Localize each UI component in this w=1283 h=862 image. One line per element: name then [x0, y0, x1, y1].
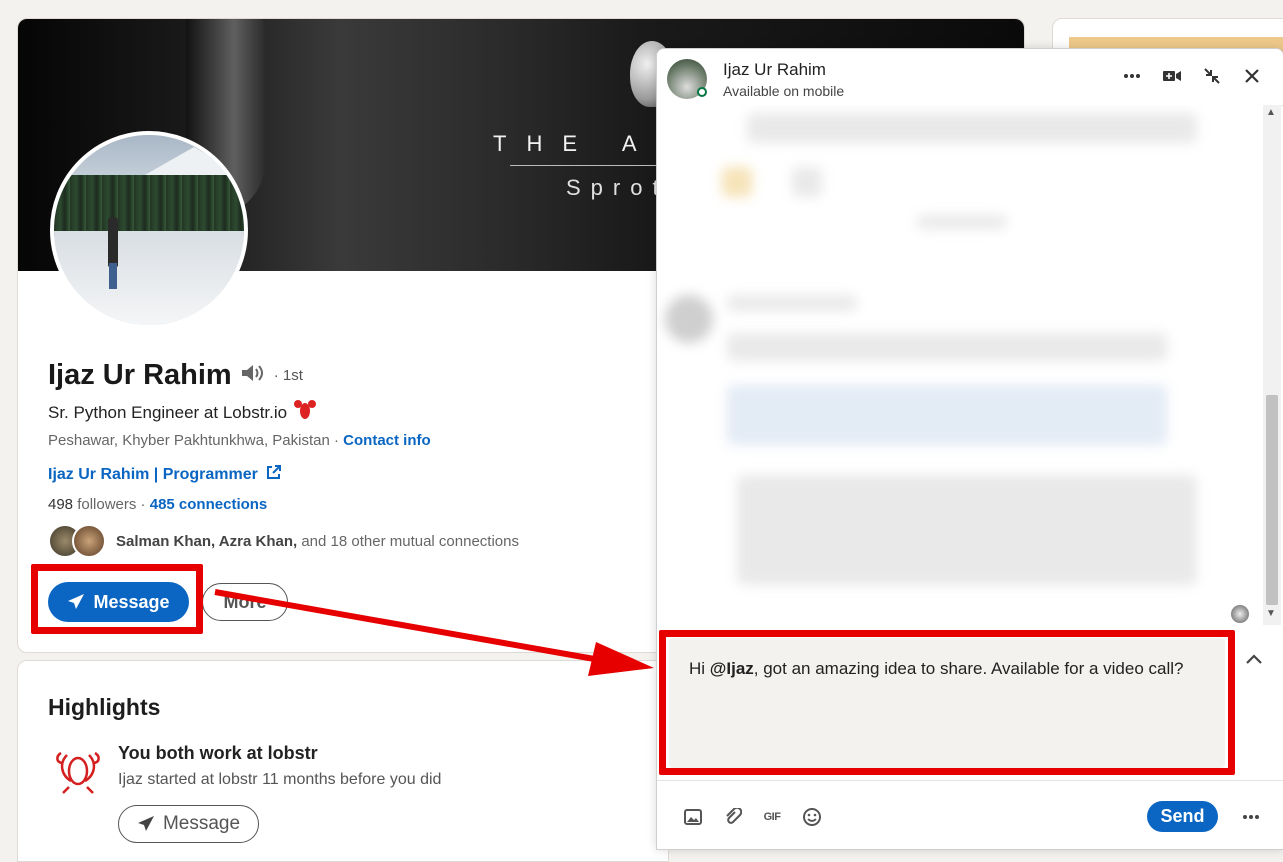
mutual-rest: and 18 other mutual connections	[301, 532, 519, 550]
profile-avatar[interactable]	[50, 131, 248, 329]
image-icon[interactable]	[679, 803, 707, 831]
lobster-emoji-icon	[293, 399, 317, 426]
mutual-text: Salman Khan, Azra Khan, and 18 other mut…	[116, 533, 519, 550]
followers-count: 498	[48, 496, 74, 513]
mutual-connections-row[interactable]: Salman Khan, Azra Khan, and 18 other mut…	[48, 524, 519, 558]
online-indicator	[697, 87, 707, 97]
connections-link[interactable]: 485 connections	[150, 496, 268, 513]
banner-title: THE A	[493, 131, 657, 156]
video-call-icon[interactable]	[1157, 61, 1187, 91]
scroll-up-arrow[interactable]: ▲	[1266, 107, 1276, 118]
blurred-avatar	[665, 295, 713, 343]
greeting-text: Hi	[689, 659, 706, 678]
scroll-down-arrow[interactable]: ▼	[1266, 608, 1276, 619]
emoji-icon[interactable]	[798, 803, 826, 831]
mention-text: @Ijaz	[709, 659, 754, 678]
message-input-text[interactable]: Hi @Ijaz, got an amazing idea to share. …	[689, 658, 1209, 680]
followers-label: followers ·	[77, 496, 146, 513]
highlights-card: Highlights You both work at lobstr Ijaz …	[17, 660, 669, 862]
avatar-person	[108, 217, 118, 267]
close-icon[interactable]	[1237, 61, 1267, 91]
highlight-message-button[interactable]: Message	[118, 805, 259, 843]
blurred-timestamp	[917, 215, 1007, 229]
gif-icon[interactable]: GIF	[758, 803, 786, 831]
more-icon[interactable]	[1117, 61, 1147, 91]
more-button[interactable]: More	[202, 583, 288, 621]
avatar-person-legs	[109, 263, 117, 289]
minimize-icon[interactable]	[1197, 61, 1227, 91]
seen-avatar	[1231, 605, 1249, 623]
message-button[interactable]: Message	[48, 582, 189, 622]
blurred-reaction	[792, 167, 822, 197]
chevron-up-icon[interactable]	[1241, 647, 1267, 671]
blurred-link-preview	[727, 385, 1167, 445]
scroll-thumb[interactable]	[1266, 395, 1278, 605]
attachment-icon[interactable]	[719, 803, 747, 831]
contact-info-link[interactable]: Contact info	[343, 432, 431, 449]
profile-location: Peshawar, Khyber Pakhtunkhwa, Pakistan ·	[48, 432, 339, 449]
blurred-sender	[727, 295, 857, 311]
chat-name[interactable]: Ijaz Ur Rahim	[723, 60, 826, 80]
chat-header[interactable]: Ijaz Ur Rahim Available on mobile	[657, 49, 1283, 106]
chat-status: Available on mobile	[723, 83, 845, 99]
connection-degree: · 1st	[273, 367, 303, 384]
banner-divider	[510, 165, 680, 166]
compose-toolbar: GIF Send	[657, 780, 1283, 849]
profile-headline: Sr. Python Engineer at Lobstr.io	[48, 402, 288, 422]
avatar-trees	[54, 175, 244, 235]
profile-name: Ijaz Ur Rahim	[48, 359, 232, 391]
avatar-snow	[54, 231, 244, 325]
blurred-reaction	[722, 167, 752, 197]
message-thread[interactable]	[657, 105, 1263, 625]
more-icon[interactable]	[1237, 803, 1265, 831]
followers-row: 498 followers · 485 connections	[48, 496, 267, 513]
message-text: , got an amazing idea to share. Availabl…	[753, 659, 1184, 678]
message-input[interactable]: Hi @Ijaz, got an amazing idea to share. …	[669, 638, 1225, 768]
profile-headline-row: Sr. Python Engineer at Lobstr.io	[48, 399, 317, 426]
name-row: Ijaz Ur Rahim · 1st	[48, 359, 303, 392]
highlight-subtext: Ijaz started at lobstr 11 months before …	[118, 771, 442, 788]
highlight-message-label: Message	[162, 813, 241, 834]
send-button[interactable]: Send	[1147, 801, 1218, 832]
thread-scrollbar[interactable]: ▲ ▼	[1263, 105, 1281, 625]
blurred-message	[747, 113, 1197, 143]
highlight-heading: You both work at lobstr	[118, 743, 318, 763]
highlights-title: Highlights	[48, 694, 161, 720]
message-button-label: Message	[93, 591, 170, 612]
website-row[interactable]: Ijaz Ur Rahim | Programmer	[48, 464, 282, 485]
external-link-icon	[266, 464, 282, 485]
lobster-logo-icon	[51, 741, 105, 797]
mutual-avatars	[48, 524, 106, 558]
blurred-card	[737, 475, 1197, 585]
paper-plane-icon	[68, 594, 85, 609]
speaker-icon[interactable]	[240, 362, 266, 389]
blurred-message	[727, 333, 1167, 361]
message-overlay: Ijaz Ur Rahim Available on mobile ▲ ▼ Hi	[656, 48, 1283, 850]
website-link[interactable]: Ijaz Ur Rahim | Programmer	[48, 466, 258, 484]
location-row: Peshawar, Khyber Pakhtunkhwa, Pakistan ·…	[48, 432, 431, 449]
banner-subtitle: Sprot	[566, 175, 669, 200]
avatar	[72, 524, 106, 558]
mutual-names: Salman Khan, Azra Khan,	[116, 532, 298, 550]
paper-plane-icon	[137, 816, 154, 831]
